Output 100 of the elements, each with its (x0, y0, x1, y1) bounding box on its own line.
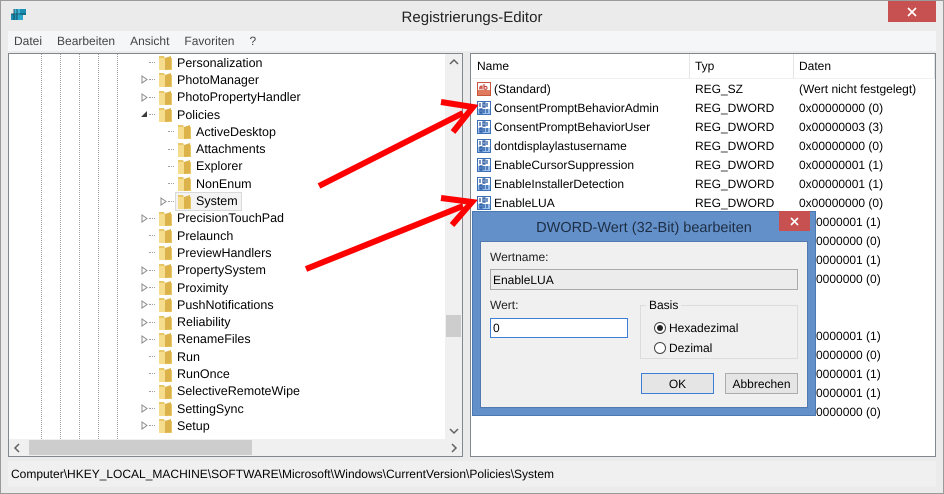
binary-value-icon (477, 196, 491, 210)
tree-item[interactable]: Attachments (175, 140, 270, 159)
collapse-arrow-icon[interactable] (141, 111, 148, 118)
window-title: Registrierungs-Editor (402, 8, 542, 26)
value-data: (Wert nicht festgelegt) (798, 82, 918, 96)
field-label: Wertname: (490, 250, 550, 266)
expand-arrow-icon[interactable] (160, 196, 167, 206)
close-icon (907, 6, 917, 16)
tree-item[interactable]: Run (156, 347, 204, 366)
value-name[interactable]: EnableInstallerDetection (494, 176, 624, 190)
radio-button[interactable] (654, 342, 666, 354)
value-name-field[interactable]: EnableLUA (490, 269, 798, 290)
folder-icon (158, 210, 173, 227)
binary-value-icon (477, 176, 491, 190)
tree-item[interactable]: PreviewHandlers (156, 243, 276, 262)
tree-item[interactable]: Setup (156, 416, 214, 436)
menu-item[interactable]: Ansicht (130, 34, 170, 48)
tree-item[interactable]: PrecisionTouchPad (156, 208, 288, 228)
folder-icon (158, 366, 173, 382)
tree-item[interactable]: SelectiveRemoteWipe (156, 382, 304, 401)
dialog-button[interactable]: Abbrechen (725, 373, 798, 394)
value-data: 0x00000000 (0) (798, 100, 884, 114)
menu-item[interactable]: Bearbeiten (57, 34, 116, 48)
value-name[interactable]: ConsentPromptBehaviorAdmin (494, 100, 659, 114)
menu-item[interactable]: Datei (14, 34, 42, 48)
string-value-icon (477, 82, 491, 96)
value-data: 0x00000001 (1) (798, 158, 884, 172)
scrollbar-thumb[interactable] (29, 440, 252, 455)
tree-item[interactable]: PushNotifications (156, 295, 278, 314)
folder-icon (177, 192, 192, 210)
radio-button[interactable] (654, 322, 666, 334)
radio-label[interactable]: Hexadezimal (669, 321, 738, 335)
expand-arrow-icon[interactable] (141, 214, 148, 223)
value-data: 0000001 (1) (816, 252, 881, 266)
close-button[interactable] (779, 211, 810, 231)
scrollbar-thumb[interactable] (446, 315, 461, 337)
value-type: REG_DWORD (694, 158, 776, 172)
column-header[interactable]: Daten (794, 54, 935, 78)
folder-icon (158, 348, 173, 366)
close-icon (790, 216, 799, 226)
value-type: REG_SZ (694, 82, 744, 96)
field-label: Wert: (490, 298, 520, 314)
folder-icon (158, 417, 173, 434)
value-data: 0000000 (0) (816, 234, 881, 248)
tree-item[interactable]: PhotoManager (156, 70, 264, 90)
tree-item[interactable]: Reliability (156, 312, 234, 332)
value-type: REG_DWORD (694, 176, 776, 190)
tree-item[interactable]: Explorer (175, 156, 247, 176)
binary-value-icon (477, 138, 491, 152)
folder-icon (177, 158, 192, 175)
folder-icon (177, 123, 192, 140)
tree-item[interactable]: Prelaunch (156, 226, 238, 246)
tree-item[interactable]: PropertySystem (156, 260, 270, 280)
value-data: 0000000 (0) (816, 348, 881, 362)
value-name[interactable]: (Standard) (494, 82, 551, 96)
value-data: 0000001 (1) (816, 214, 881, 228)
value-field[interactable]: 0 (490, 318, 628, 338)
tree-item[interactable]: RenameFiles (156, 330, 255, 349)
menu-item[interactable]: Favoriten (184, 34, 234, 48)
folder-icon (158, 279, 173, 296)
registry-cubes-icon (10, 7, 28, 23)
radio-label[interactable]: Dezimal (669, 341, 712, 355)
tree-item[interactable]: Policies (156, 105, 224, 124)
binary-value-icon (477, 100, 491, 114)
folder-icon (158, 227, 173, 244)
tree-item[interactable]: RunOnce (156, 364, 234, 384)
value-data: 0000001 (1) (816, 386, 881, 400)
value-data: 0x00000000 (0) (798, 138, 884, 152)
folder-icon (177, 175, 192, 192)
value-data: 0x00000003 (3) (798, 120, 884, 134)
folder-icon (158, 296, 173, 314)
folder-icon (158, 106, 173, 124)
folder-icon (158, 314, 173, 331)
tree-item[interactable]: PhotoPropertyHandler (156, 88, 305, 107)
tree-item[interactable]: Proximity (156, 278, 232, 298)
folder-icon (158, 262, 173, 279)
value-type: REG_DWORD (694, 120, 776, 134)
binary-value-icon (477, 158, 491, 172)
value-name[interactable]: ConsentPromptBehaviorUser (494, 120, 650, 134)
value-data: 0000000 (0) (816, 272, 881, 286)
folder-icon (158, 244, 173, 262)
tree-item[interactable]: Personalization (156, 54, 266, 72)
tree-item[interactable]: SettingSync (156, 399, 248, 418)
dialog-button[interactable]: OK (641, 373, 714, 394)
tree-item[interactable]: NonEnum (175, 174, 256, 194)
key-path: Computer\HKEY_LOCAL_MACHINE\SOFTWARE\Microsoft\Windows\CurrentVersion\Policies\System (11, 467, 554, 481)
folder-icon (158, 330, 173, 348)
value-data: 0000001 (1) (816, 366, 881, 380)
value-data: 0x00000001 (1) (798, 176, 884, 190)
menu-item[interactable]: ? (249, 34, 256, 48)
close-button[interactable] (888, 1, 936, 22)
binary-value-icon (477, 120, 491, 134)
column-header[interactable]: Name (471, 54, 690, 78)
value-name[interactable]: dontdisplaylastusername (494, 138, 627, 152)
value-name[interactable]: EnableLUA (494, 196, 555, 210)
tree-item[interactable]: System (175, 192, 242, 211)
column-header[interactable]: Typ (690, 54, 794, 78)
folder-icon (177, 140, 192, 158)
tree-item[interactable]: ActiveDesktop (175, 122, 280, 142)
value-name[interactable]: EnableCursorSuppression (494, 158, 634, 172)
